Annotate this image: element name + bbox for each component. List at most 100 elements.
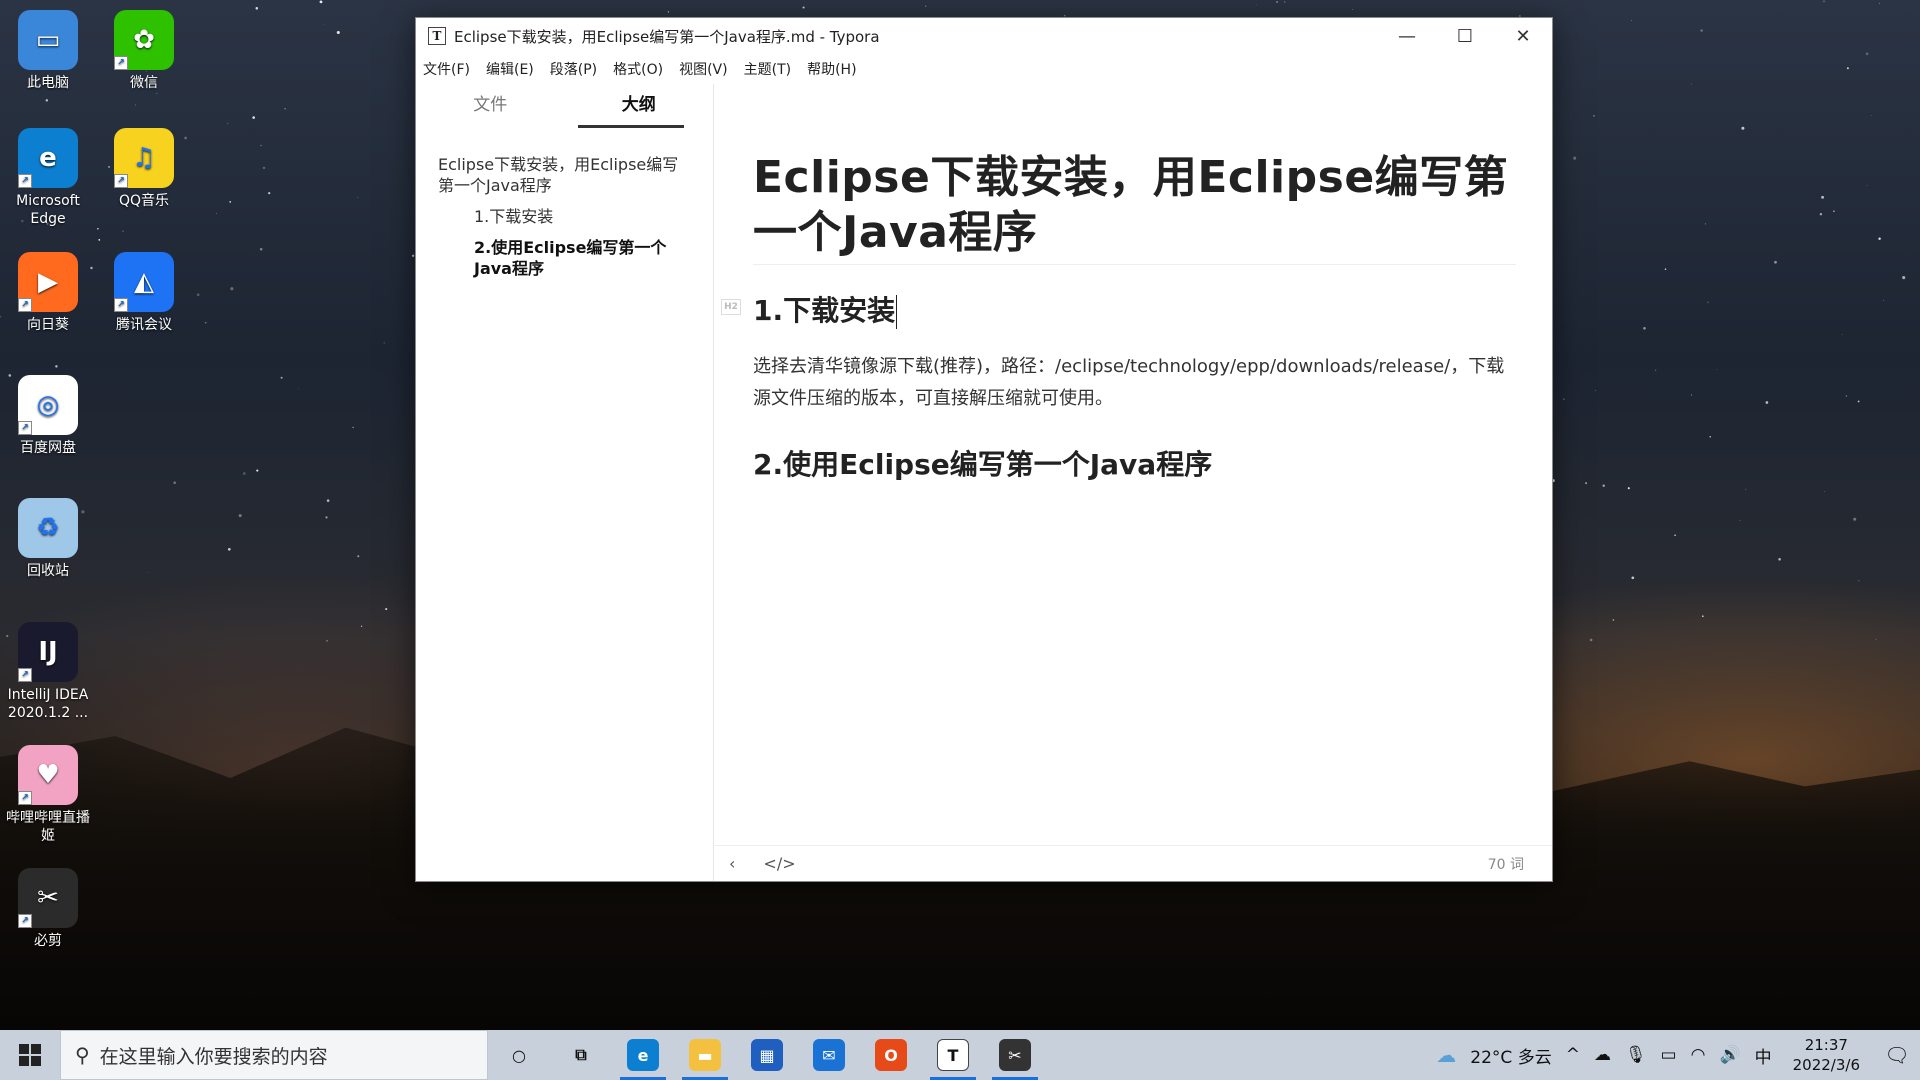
chevron-up-icon[interactable]: ^ (1566, 1045, 1580, 1065)
minimize-button[interactable]: — (1378, 18, 1436, 54)
taskbar-store[interactable]: ▦ (736, 1030, 798, 1080)
desktop-icon-label: 腾讯会议 (116, 317, 172, 333)
maximize-button[interactable]: ☐ (1436, 18, 1494, 54)
star (1643, 326, 1646, 330)
shortcut-arrow-icon: ↗ (114, 56, 128, 70)
taskbar-apps: ○ ⧉ e ▬ ▦ ✉ O T ✂ (488, 1030, 1046, 1080)
desktop-icon-label: 回收站 (27, 563, 69, 579)
taskbar-typora[interactable]: T (922, 1030, 984, 1080)
star (45, 99, 49, 102)
desktop-icon-intellij[interactable]: IJ ↗ IntelliJ IDEA 2020.1.2 ... (0, 622, 96, 722)
desktop-icon-computer[interactable]: ▭ 此电脑 (0, 10, 96, 92)
menu-paragraph[interactable]: 段落(P) (550, 59, 597, 79)
desktop-icon-bilibili-live[interactable]: ♥ ↗ 哔哩哔哩直播姬 (0, 745, 96, 845)
menu-view[interactable]: 视图(V) (679, 59, 728, 79)
editor-pane[interactable]: Eclipse下载安装，用Eclipse编写第一个Java程序 H2 1.下载安… (715, 84, 1552, 845)
ime-indicator[interactable]: 中 (1755, 1043, 1772, 1068)
star (1664, 268, 1667, 271)
bilibili-live-icon: ♥ ↗ (18, 745, 78, 805)
star (1700, 29, 1703, 32)
taskbar-bijian[interactable]: ✂ (984, 1030, 1046, 1080)
star (204, 321, 207, 324)
sidebar: 文件 大纲 Eclipse下载安装，用Eclipse编写第一个Java程序 1.… (416, 84, 714, 881)
star (925, 5, 927, 7)
star (1870, 115, 1872, 116)
star (357, 555, 360, 558)
outline-item-title[interactable]: Eclipse下载安装，用Eclipse编写第一个Java程序 (438, 154, 693, 196)
menu-theme[interactable]: 主题(T) (744, 59, 791, 79)
taskbar-task-view[interactable]: ⧉ (550, 1030, 612, 1080)
document: Eclipse下载安装，用Eclipse编写第一个Java程序 H2 1.下载安… (715, 84, 1552, 483)
edge-icon: e ↗ (18, 128, 78, 188)
star (319, 0, 323, 4)
star (1883, 299, 1885, 301)
star (1704, 223, 1707, 225)
computer-icon: ▭ (18, 10, 78, 70)
tab-outline[interactable]: 大纲 (565, 84, 714, 136)
desktop-icon-sunflower[interactable]: ▶ ↗ 向日葵 (0, 252, 96, 334)
star (802, 6, 805, 9)
desktop-icon-bijian[interactable]: ✂ ↗ 必剪 (0, 868, 96, 950)
source-code-mode-button[interactable]: </> (763, 854, 795, 873)
onedrive-icon[interactable]: ☁ (1594, 1045, 1611, 1065)
taskbar-file-explorer[interactable]: ▬ (674, 1030, 736, 1080)
doc-heading-1[interactable]: Eclipse下载安装，用Eclipse编写第一个Java程序 (753, 150, 1516, 265)
menu-format[interactable]: 格式(O) (613, 59, 663, 79)
shortcut-arrow-icon: ↗ (114, 298, 128, 312)
shortcut-arrow-icon: ↗ (18, 298, 32, 312)
taskbar-search[interactable]: ⚲ 在这里输入你要搜索的内容 (60, 1030, 488, 1080)
store-icon: ▦ (751, 1039, 783, 1071)
star (1778, 558, 1781, 561)
star (1774, 260, 1777, 264)
desktop-icon-edge[interactable]: e ↗ Microsoft Edge (0, 128, 96, 228)
star (1352, 9, 1354, 10)
desktop-icon-wechat[interactable]: ✿ ↗ 微信 (96, 10, 192, 92)
toggle-sidebar-button[interactable]: ‹ (729, 854, 735, 873)
notification-center-icon[interactable]: 🗨 (1874, 1043, 1920, 1067)
taskbar-mail[interactable]: ✉ (798, 1030, 860, 1080)
taskbar-office[interactable]: O (860, 1030, 922, 1080)
desktop-icon-baidu-netdisk[interactable]: ◎ ↗ 百度网盘 (0, 375, 96, 457)
desktop-icon-recycle-bin[interactable]: ♻ 回收站 (0, 498, 96, 580)
star (1256, 4, 1257, 6)
doc-heading-first-program[interactable]: 2.使用Eclipse编写第一个Java程序 (753, 443, 1516, 483)
star (196, 293, 200, 296)
star (411, 254, 415, 257)
doc-heading-download[interactable]: H2 1.下载安装 (721, 289, 1516, 329)
menu-file[interactable]: 文件(F) (423, 59, 470, 79)
star (1865, 52, 1869, 56)
weather-text[interactable]: 22°C 多云 (1470, 1043, 1551, 1068)
desktop-icon-tencent-meeting[interactable]: ◭ ↗ 腾讯会议 (96, 252, 192, 334)
microphone-icon[interactable]: 🎙 (1625, 1045, 1647, 1065)
star (173, 481, 176, 484)
star (1674, 534, 1676, 537)
battery-icon[interactable]: ▭ (1661, 1045, 1677, 1065)
star (1631, 576, 1635, 580)
doc-paragraph[interactable]: 选择去清华镜像源下载(推荐)，路径：/eclipse/technology/ep… (753, 351, 1516, 415)
star (385, 608, 388, 611)
taskbar-edge[interactable]: e (612, 1030, 674, 1080)
taskbar-cortana[interactable]: ○ (488, 1030, 550, 1080)
star (262, 166, 266, 170)
weather-icon[interactable]: ☁ (1436, 1043, 1456, 1067)
wifi-icon[interactable]: ◠ (1691, 1045, 1706, 1065)
star (667, 11, 670, 13)
menu-edit[interactable]: 编辑(E) (486, 59, 534, 79)
outline-item-first-program[interactable]: 2.使用Eclipse编写第一个Java程序 (438, 237, 693, 279)
star (326, 639, 328, 642)
start-button[interactable] (0, 1030, 60, 1080)
desktop-icon-label: 哔哩哔哩直播姬 (6, 810, 90, 844)
word-count[interactable]: 70 词 (1488, 854, 1524, 874)
clock[interactable]: 21:37 2022/3/6 (1793, 1035, 1860, 1075)
title-bar[interactable]: T Eclipse下载安装，用Eclipse编写第一个Java程序.md - T… (416, 18, 1552, 54)
close-button[interactable]: ✕ (1494, 18, 1552, 54)
window-body: 文件 大纲 Eclipse下载安装，用Eclipse编写第一个Java程序 1.… (416, 84, 1552, 881)
menu-help[interactable]: 帮助(H) (807, 59, 856, 79)
desktop-icon-qq-music[interactable]: ♫ ↗ QQ音乐 (96, 128, 192, 210)
outline-item-download[interactable]: 1.下载安装 (438, 206, 693, 227)
volume-icon[interactable]: 🔊 (1719, 1045, 1740, 1065)
intellij-icon: IJ ↗ (18, 622, 78, 682)
tab-files[interactable]: 文件 (416, 84, 565, 136)
shortcut-arrow-icon: ↗ (18, 174, 32, 188)
sidebar-tabs: 文件 大纲 (416, 84, 713, 136)
